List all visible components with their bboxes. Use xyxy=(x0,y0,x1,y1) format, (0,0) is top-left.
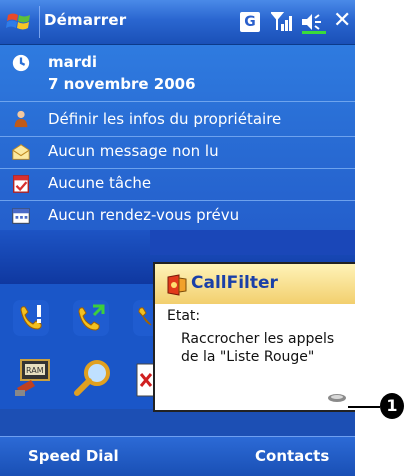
date-full: 7 novembre 2006 xyxy=(48,75,196,93)
volume-icon[interactable] xyxy=(300,10,328,34)
speed-dial-softkey[interactable]: Speed Dial xyxy=(28,447,119,465)
ram-card-icon[interactable]: RAM xyxy=(13,358,57,398)
task-icon xyxy=(13,175,29,193)
divider xyxy=(0,168,355,169)
calendar-icon xyxy=(12,208,30,224)
message-icon xyxy=(12,144,30,160)
phone-call-icon[interactable] xyxy=(73,300,109,336)
divider xyxy=(0,101,355,102)
notification-message: Raccrocher les appels de la "Liste Rouge… xyxy=(181,331,335,365)
today-item-tasks[interactable]: Aucune tâche xyxy=(0,171,355,197)
svg-text:RAM: RAM xyxy=(26,366,44,375)
clock-icon xyxy=(12,54,30,72)
owner-icon xyxy=(14,110,28,128)
divider xyxy=(0,200,355,201)
today-item-owner[interactable]: Définir les infos du propriétaire xyxy=(0,107,355,133)
date-row[interactable]: mardi 7 novembre 2006 xyxy=(0,51,355,99)
callfilter-notification[interactable]: CallFilter Etat: Raccrocher les appels d… xyxy=(153,262,355,412)
callout-marker: 1 xyxy=(380,393,404,419)
divider xyxy=(0,136,355,137)
today-item-label: Définir les infos du propriétaire xyxy=(48,110,282,128)
notification-state-label: Etat: xyxy=(167,308,201,324)
callfilter-logo-icon xyxy=(167,274,187,296)
today-item-label: Aucune tâche xyxy=(48,174,152,192)
pocket-pc-screen: Démarrer G ✕ mardi 7 novembre 2006 Défin… xyxy=(0,0,355,476)
title-bar: Démarrer G ✕ xyxy=(0,0,355,45)
callout-line xyxy=(348,406,380,408)
date-weekday: mardi xyxy=(48,53,98,71)
start-menu-label[interactable]: Démarrer xyxy=(44,11,126,29)
signal-strength-icon[interactable] xyxy=(271,10,293,34)
notification-header: CallFilter xyxy=(155,264,355,304)
gprs-indicator-icon[interactable]: G xyxy=(240,12,260,32)
today-screen: mardi 7 novembre 2006 Définir les infos … xyxy=(0,45,355,230)
today-item-label: Aucun message non lu xyxy=(48,142,219,160)
windows-start-icon[interactable] xyxy=(6,9,34,35)
phone-alert-icon[interactable] xyxy=(13,300,49,336)
today-item-label: Aucun rendez-vous prévu xyxy=(48,206,240,224)
notification-title: CallFilter xyxy=(191,273,278,293)
today-item-calendar[interactable]: Aucun rendez-vous prévu xyxy=(0,203,355,229)
title-separator xyxy=(39,6,40,38)
notification-hide-icon[interactable] xyxy=(327,393,347,403)
close-icon[interactable]: ✕ xyxy=(333,8,351,34)
today-item-messages[interactable]: Aucun message non lu xyxy=(0,139,355,165)
search-icon[interactable] xyxy=(73,358,113,398)
contacts-softkey[interactable]: Contacts xyxy=(255,447,329,465)
document-partial-icon[interactable] xyxy=(135,362,155,398)
soft-key-bar: Speed Dial Contacts xyxy=(0,436,355,476)
background-band xyxy=(150,230,355,255)
